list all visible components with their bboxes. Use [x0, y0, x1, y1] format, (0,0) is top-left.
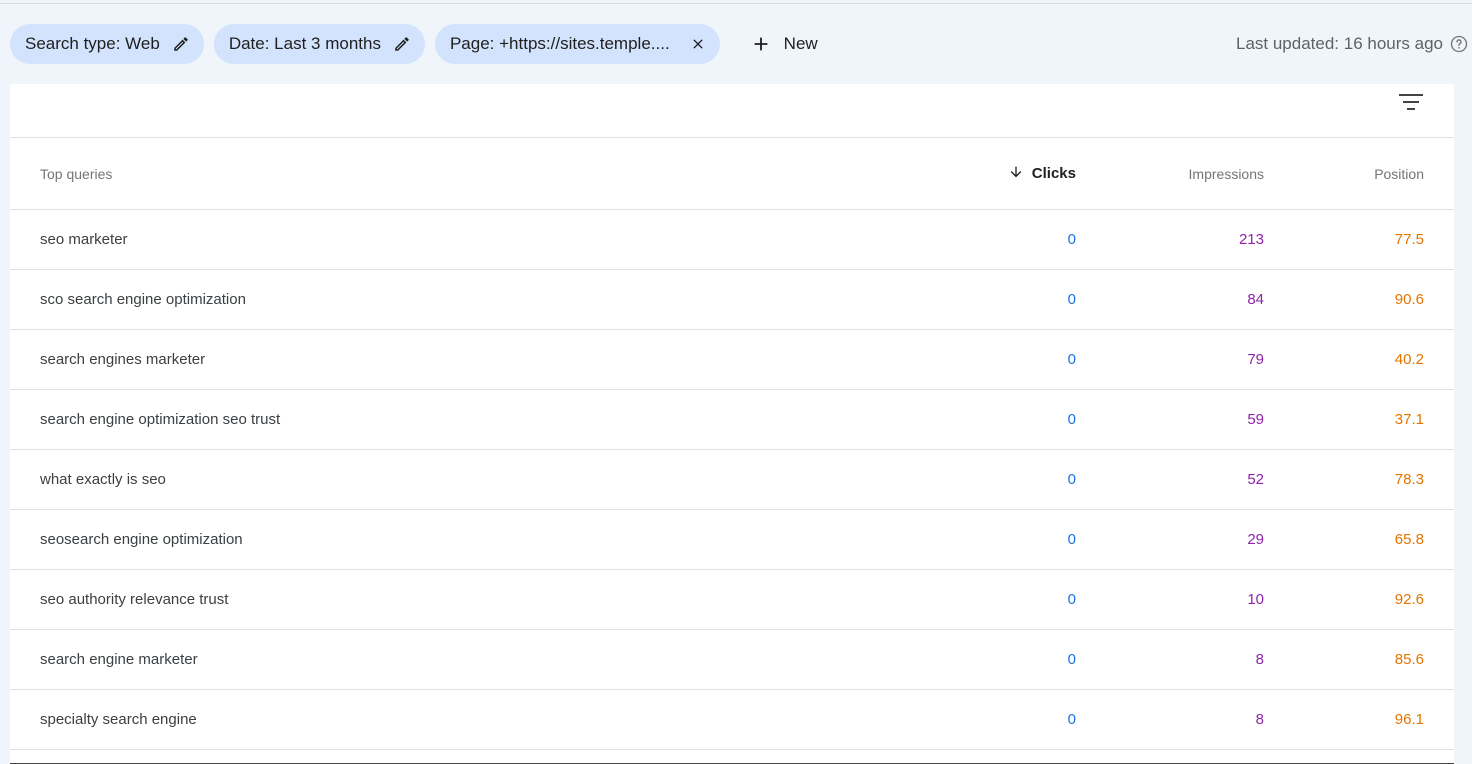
header-top-queries[interactable]: Top queries — [10, 138, 896, 210]
query-cell: search engine marketer — [10, 629, 896, 690]
query-cell: search engine optimization seo trust — [10, 389, 896, 450]
help-icon[interactable] — [1449, 34, 1469, 54]
table-row[interactable]: seosearch engine optimization 0 29 65.8 — [10, 509, 1454, 570]
impressions-cell: 84 — [1076, 269, 1264, 330]
position-cell: 37.1 — [1264, 389, 1454, 450]
chip-label: Page: +https://sites.temple.... — [449, 34, 670, 53]
impressions-cell: 10 — [1076, 569, 1264, 630]
chip-date[interactable]: Date: Last 3 months — [213, 24, 425, 64]
queries-card: Top queries Clicks Impressions Position … — [10, 84, 1454, 764]
chip-page[interactable]: Page: +https://sites.temple.... — [434, 24, 720, 64]
chip-label: Date: Last 3 months — [228, 34, 381, 53]
clicks-cell: 0 — [896, 509, 1076, 570]
table-row[interactable]: sco search engine optimization 0 84 90.6 — [10, 269, 1454, 330]
impressions-cell: 59 — [1076, 389, 1264, 450]
arrow-down-icon — [1008, 164, 1024, 184]
position-cell: 96.1 — [1264, 689, 1454, 750]
impressions-cell: 29 — [1076, 509, 1264, 570]
filter-rows-icon[interactable] — [1398, 91, 1424, 113]
impressions-cell: 213 — [1076, 209, 1264, 270]
table-row[interactable]: seo authority relevance trust 0 10 92.6 — [10, 569, 1454, 630]
position-cell: 92.6 — [1264, 569, 1454, 630]
impressions-cell: 8 — [1076, 629, 1264, 690]
position-cell: 65.8 — [1264, 509, 1454, 570]
table-row[interactable]: search engine marketer 0 8 85.6 — [10, 629, 1454, 690]
header-position[interactable]: Position — [1264, 138, 1454, 210]
table-row[interactable]: seo marketer 0 213 77.5 — [10, 209, 1454, 270]
impressions-cell: 8 — [1076, 689, 1264, 750]
query-cell: search engines marketer — [10, 329, 896, 390]
table-body: seo marketer 0 213 77.5 sco search engine op… — [10, 209, 1454, 750]
table-row[interactable]: what exactly is seo 0 52 78.3 — [10, 449, 1454, 510]
table-row[interactable]: search engine optimization seo trust 0 59 3… — [10, 389, 1454, 450]
position-cell: 85.6 — [1264, 629, 1454, 690]
position-cell: 78.3 — [1264, 449, 1454, 510]
close-icon[interactable] — [690, 36, 706, 52]
plus-icon — [750, 33, 772, 55]
table-header-row: Top queries Clicks Impressions Position — [10, 138, 1454, 210]
clicks-cell: 0 — [896, 389, 1076, 450]
impressions-cell: 79 — [1076, 329, 1264, 390]
position-cell: 77.5 — [1264, 209, 1454, 270]
impressions-cell: 52 — [1076, 449, 1264, 510]
query-cell: what exactly is seo — [10, 449, 896, 510]
table-toolbar — [10, 84, 1454, 138]
query-cell: seosearch engine optimization — [10, 509, 896, 570]
new-filter-label: New — [783, 34, 818, 53]
table-row[interactable]: specialty search engine 0 8 96.1 — [10, 689, 1454, 750]
position-cell: 90.6 — [1264, 269, 1454, 330]
top-divider — [0, 3, 1472, 4]
clicks-cell: 0 — [896, 269, 1076, 330]
position-cell: 40.2 — [1264, 329, 1454, 390]
clicks-cell: 0 — [896, 449, 1076, 510]
query-cell: sco search engine optimization — [10, 269, 896, 330]
new-filter-button[interactable]: New — [736, 24, 828, 64]
clicks-cell: 0 — [896, 569, 1076, 630]
filter-bar: Search type: Web Date: Last 3 months Pag… — [10, 24, 1472, 64]
clicks-cell: 0 — [896, 329, 1076, 390]
chip-search-type[interactable]: Search type: Web — [10, 24, 204, 64]
queries-table: Top queries Clicks Impressions Position … — [10, 138, 1454, 750]
query-cell: seo authority relevance trust — [10, 569, 896, 630]
clicks-cell: 0 — [896, 629, 1076, 690]
header-clicks-label: Clicks — [1031, 164, 1076, 182]
query-cell: specialty search engine — [10, 689, 896, 750]
pencil-icon[interactable] — [393, 35, 411, 53]
header-clicks[interactable]: Clicks — [896, 138, 1076, 210]
query-cell: seo marketer — [10, 209, 896, 270]
last-updated: Last updated: 16 hours ago — [1236, 24, 1469, 64]
clicks-cell: 0 — [896, 689, 1076, 750]
table-row[interactable]: search engines marketer 0 79 40.2 — [10, 329, 1454, 390]
last-updated-text: Last updated: 16 hours ago — [1236, 34, 1443, 53]
clicks-cell: 0 — [896, 209, 1076, 270]
chip-label: Search type: Web — [25, 34, 160, 53]
pencil-icon[interactable] — [172, 35, 190, 53]
header-impressions[interactable]: Impressions — [1076, 138, 1264, 210]
